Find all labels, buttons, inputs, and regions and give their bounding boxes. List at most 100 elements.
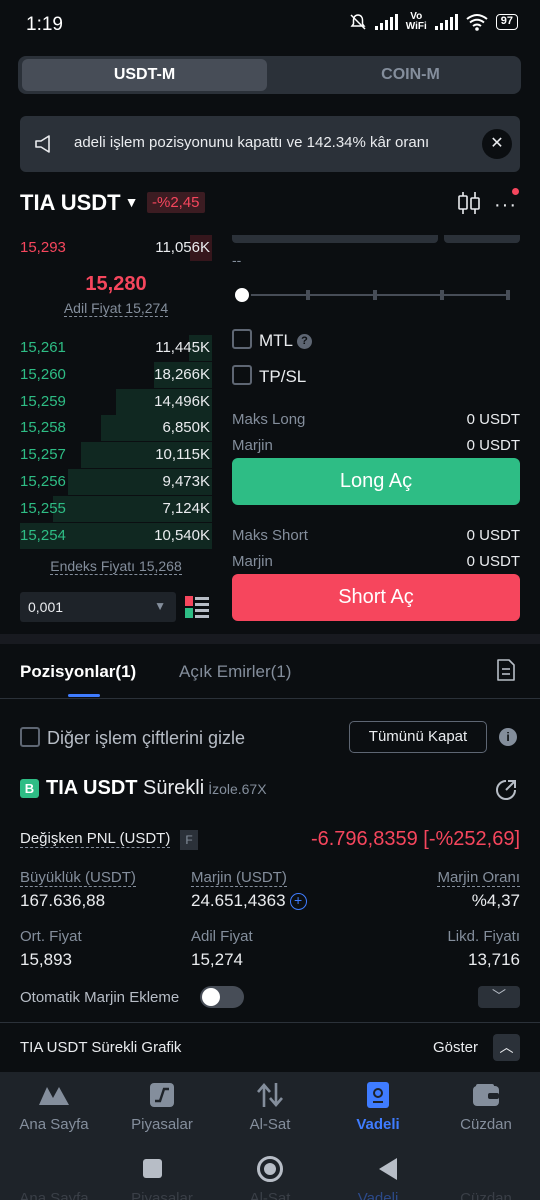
bid-qty: 18,266K: [154, 365, 210, 383]
bid-qty: 10,540K: [154, 526, 210, 544]
status-icons: Vo WiFi 97: [349, 12, 518, 32]
pnl-value: -6.796,8359 [-%252,69]: [310, 828, 520, 850]
close-icon[interactable]: ✕: [482, 129, 512, 159]
liq-price-value: 13,716: [468, 950, 520, 969]
auto-margin-label: Otomatik Marjin Ekleme: [20, 989, 180, 1006]
share-icon[interactable]: [494, 778, 518, 802]
tab-usdt-m[interactable]: USDT-M: [22, 59, 267, 91]
bid-row[interactable]: 15,257 10,115K: [20, 442, 212, 469]
bid-price: 15,258: [20, 419, 66, 437]
tab-positions[interactable]: Pozisyonlar(1): [20, 662, 136, 682]
nav-markets[interactable]: Piyasalar: [108, 1080, 216, 1133]
recents-button[interactable]: [143, 1159, 162, 1178]
tpsl-label: TP/SL: [259, 367, 307, 386]
chevron-up-icon[interactable]: ︿: [493, 1034, 520, 1061]
amount-slider[interactable]: [233, 286, 510, 304]
bid-price: 15,255: [20, 499, 66, 517]
pnl-label: Değişken PNL (USDT): [20, 830, 171, 848]
max-long-value: 0 USDT: [466, 411, 520, 428]
bid-qty: 9,473K: [162, 473, 210, 490]
tab-open-orders[interactable]: Açık Emirler(1): [179, 662, 291, 682]
size-label: Büyüklük (USDT): [20, 869, 136, 887]
ask-price: 15,293: [20, 239, 66, 256]
mtl-label: MTL?: [259, 331, 312, 351]
add-margin-icon[interactable]: +: [289, 893, 307, 910]
orderbook-layout-icon[interactable]: [184, 594, 210, 620]
bid-row[interactable]: 15,259 14,496K: [20, 388, 212, 415]
pair-selector[interactable]: TIA USDT ▼: [20, 190, 138, 216]
nav-wallet[interactable]: Cüzdan: [432, 1080, 540, 1133]
close-all-button[interactable]: Tümünü Kapat: [349, 721, 487, 753]
announcement-banner[interactable]: adeli işlem pozisyonunu kapattı ve 142.3…: [20, 116, 520, 172]
mute-icon: [350, 14, 366, 30]
home-icon: [39, 1087, 69, 1105]
bid-qty: 11,445K: [155, 339, 210, 356]
wallet-icon: [473, 1084, 499, 1106]
fair-price-pos-value: 15,274: [191, 950, 243, 969]
nav-home[interactable]: Ana Sayfa: [0, 1080, 108, 1133]
back-button[interactable]: [377, 1157, 399, 1181]
markets-icon: [150, 1083, 174, 1107]
side-badge: B: [20, 779, 39, 798]
trade-icon: [257, 1083, 283, 1107]
liq-price-label: Likd. Fiyatı: [447, 928, 520, 945]
position-title[interactable]: TIA USDT Sürekli İzole.67X: [46, 777, 267, 800]
nav-label-reflection: Ana Sayfa Piyasalar Al-Sat Vadeli Cüzdan: [19, 1190, 512, 1200]
pair-symbol: TIA USDT: [20, 190, 121, 215]
signal-icon: [374, 14, 398, 30]
precision-value: 0,001: [28, 599, 64, 615]
tab-coin-m[interactable]: COIN-M: [288, 59, 533, 91]
price-input[interactable]: [232, 235, 438, 243]
hide-other-pairs-checkbox[interactable]: [20, 727, 40, 747]
size-value: 167.636,88: [20, 891, 106, 910]
tpsl-checkbox[interactable]: [232, 365, 252, 385]
open-short-button[interactable]: Short Aç: [232, 574, 520, 621]
ask-qty: 11,056K: [155, 239, 210, 256]
caret-down-icon: ▼: [124, 194, 139, 210]
mtl-checkbox[interactable]: [232, 329, 252, 349]
chevron-down-icon[interactable]: ﹀: [478, 986, 520, 1008]
caret-down-icon: ▼: [154, 599, 166, 613]
bid-row[interactable]: 15,256 9,473K: [20, 469, 212, 495]
help-icon[interactable]: ?: [297, 334, 312, 349]
bid-qty: 14,496K: [154, 392, 210, 410]
bid-row[interactable]: 15,255 7,124K: [20, 495, 212, 522]
bid-row[interactable]: 15,258 6,850K: [20, 415, 212, 442]
nav-futures[interactable]: Vadeli: [324, 1080, 432, 1133]
notification-dot: [512, 188, 519, 195]
open-long-button[interactable]: Long Aç: [232, 458, 520, 505]
vowifi-label: Vo WiFi: [405, 11, 427, 32]
document-icon[interactable]: [496, 658, 516, 682]
bid-price: 15,257: [20, 446, 66, 464]
bid-row[interactable]: 15,260 18,266K: [20, 361, 212, 388]
price-change-badge: -%2,45: [147, 192, 205, 213]
info-icon[interactable]: i: [499, 728, 517, 746]
ask-row[interactable]: 15,293 11,056K: [20, 235, 212, 261]
last-price[interactable]: 15,280: [20, 273, 212, 296]
precision-select[interactable]: 0,001 ▼: [20, 592, 176, 622]
show-chart-label[interactable]: Göster: [433, 1039, 478, 1056]
bid-row[interactable]: 15,261 11,445K: [20, 335, 212, 361]
slider-handle[interactable]: [233, 286, 251, 304]
bid-price: 15,256: [20, 473, 66, 490]
bid-price: 15,254: [20, 526, 66, 544]
max-short-label: Maks Short: [232, 527, 308, 544]
bid-price: 15,260: [20, 365, 66, 383]
entry-price-label: Ort. Fiyat: [20, 928, 82, 945]
bid-row[interactable]: 15,254 10,540K: [20, 522, 212, 549]
wifi-icon: [466, 14, 488, 31]
max-short-value: 0 USDT: [466, 527, 520, 544]
nav-trade[interactable]: Al-Sat: [216, 1080, 324, 1133]
candlestick-icon[interactable]: [456, 191, 482, 215]
home-button[interactable]: [257, 1156, 283, 1182]
max-long-label: Maks Long: [232, 411, 306, 428]
pnl-f-tag: F: [180, 830, 198, 850]
margin-short-label: Marjin: [232, 553, 273, 570]
unit-select[interactable]: [444, 235, 520, 243]
contract-type-switch: USDT-M COIN-M: [18, 56, 521, 94]
auto-margin-toggle[interactable]: [200, 986, 244, 1008]
more-options-icon[interactable]: ···: [494, 194, 517, 217]
section-divider: [0, 634, 540, 644]
fair-price-label: Adil Fiyat 15,274: [63, 300, 169, 317]
margin-long-label: Marjin: [232, 437, 273, 454]
